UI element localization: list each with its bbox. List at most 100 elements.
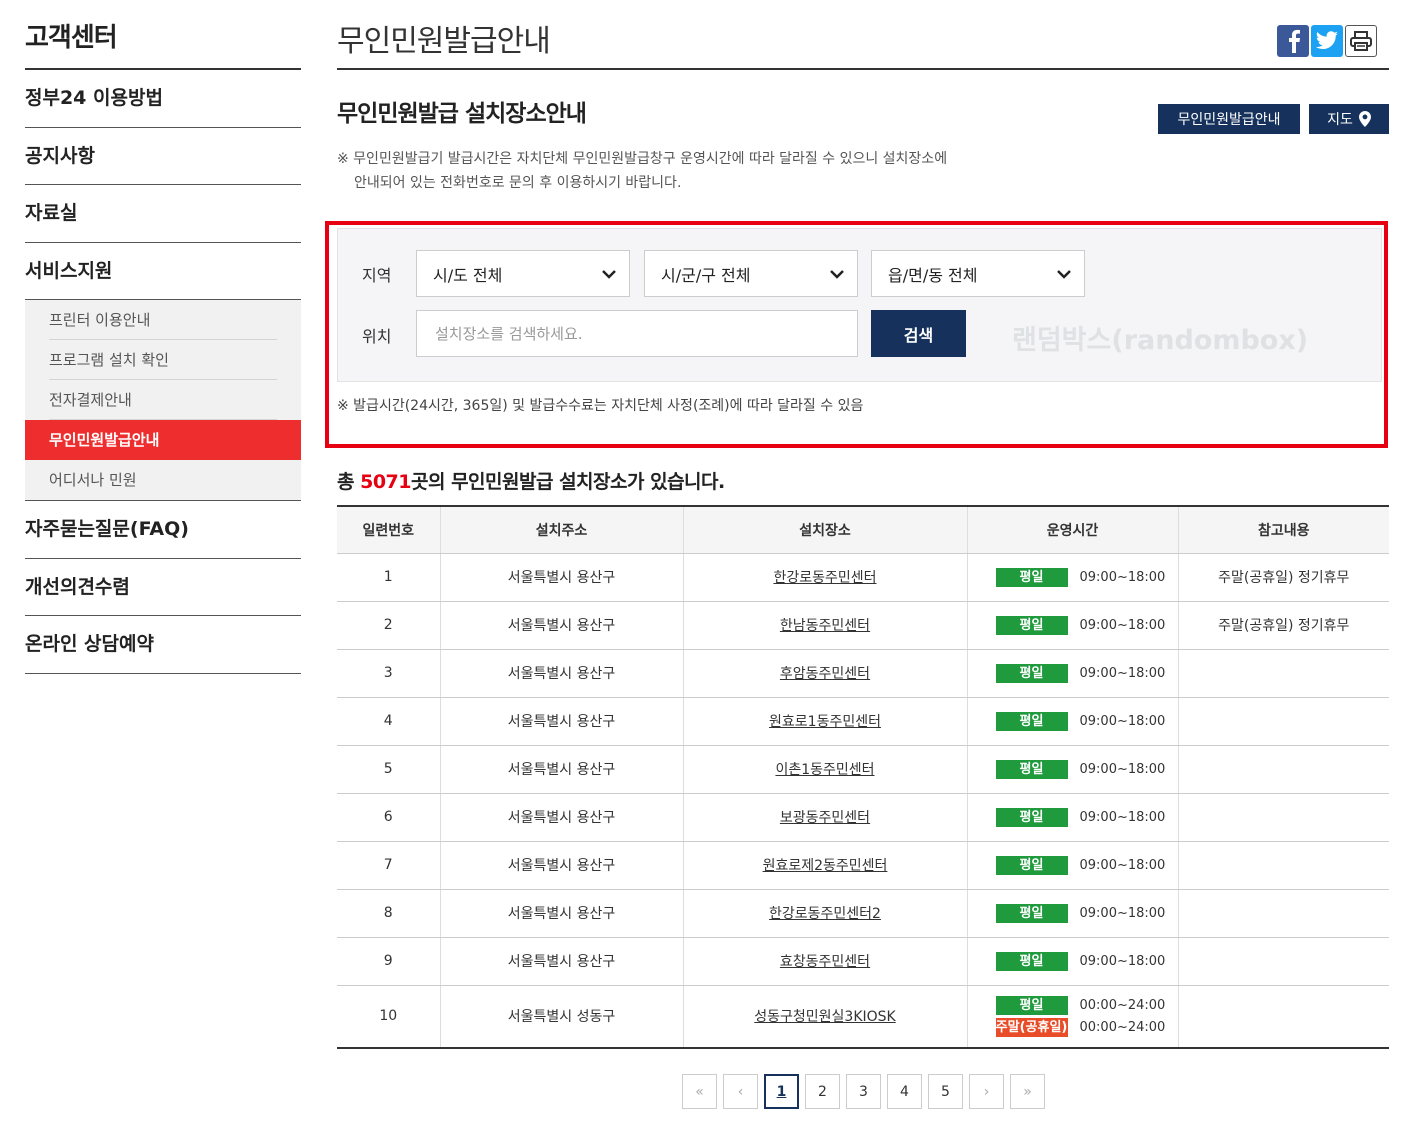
cell-no: 6 (337, 793, 441, 842)
highlight-box (325, 221, 1388, 448)
cell-hours: 평일 09:00~18:00 (967, 841, 1179, 890)
sidebar-item-guide[interactable]: 정부24 이용방법 (25, 70, 301, 128)
print-icon[interactable] (1345, 25, 1377, 57)
cell-no: 10 (337, 985, 441, 1049)
cell-place: 원효로제2동주민센터 (683, 841, 968, 890)
place-link[interactable]: 이촌1동주민센터 (775, 762, 874, 778)
col-header-hours: 운영시간 (967, 505, 1179, 554)
cell-no: 7 (337, 841, 441, 890)
cell-address: 서울특별시 용산구 (440, 793, 684, 842)
cell-note (1178, 985, 1389, 1049)
place-link[interactable]: 성동구청민원실3KIOSK (754, 1009, 895, 1025)
page-button-2[interactable]: 2 (805, 1074, 840, 1109)
day-type-badge: 주말(공휴일) (995, 1017, 1068, 1037)
place-link[interactable]: 한강로동주민센터 (773, 570, 876, 586)
hours-line: 평일 09:00~18:00 (968, 758, 1178, 780)
cell-note (1178, 889, 1389, 938)
cell-note (1178, 793, 1389, 842)
col-header-address: 설치주소 (440, 505, 684, 554)
sidebar-subitem-kiosk[interactable]: 무인민원발급안내 (25, 420, 301, 460)
hours-time: 09:00~18:00 (1079, 665, 1166, 681)
cell-place: 원효로1동주민센터 (683, 697, 968, 746)
place-link[interactable]: 한강로동주민센터2 (769, 906, 881, 922)
place-link[interactable]: 원효로1동주민센터 (769, 714, 881, 730)
place-link[interactable]: 원효로제2동주민센터 (763, 858, 888, 874)
sidebar-item-faq[interactable]: 자주묻는질문(FAQ) (25, 501, 301, 559)
kiosk-table: 일련번호 설치주소 설치장소 운영시간 참고내용 1 서울특별시 용산구 한강로동주… (337, 505, 1389, 1049)
hours-time: 09:00~18:00 (1079, 953, 1166, 969)
table-row: 10 서울특별시 성동구 성동구청민원실3KIOSK 평일 00:00~24:00 주말(… (337, 985, 1389, 1049)
hours-time: 09:00~18:00 (1079, 857, 1166, 873)
hours-time: 09:00~18:00 (1079, 617, 1166, 633)
place-link[interactable]: 후암동주민센터 (780, 666, 870, 682)
col-header-note: 참고내용 (1178, 505, 1389, 554)
sidebar-item-service-support[interactable]: 서비스지원 (25, 243, 301, 300)
facebook-icon[interactable] (1277, 25, 1309, 57)
cell-no: 4 (337, 697, 441, 746)
cell-place: 보광동주민센터 (683, 793, 968, 842)
cell-address: 서울특별시 용산구 (440, 601, 684, 650)
sidebar-item-feedback[interactable]: 개선의견수렴 (25, 559, 301, 616)
cell-no: 2 (337, 601, 441, 650)
cell-note (1178, 745, 1389, 794)
day-type-badge: 평일 (995, 567, 1068, 587)
page-button-5[interactable]: 5 (928, 1074, 963, 1109)
table-body: 1 서울특별시 용산구 한강로동주민센터 평일 09:00~18:00 주말(공휴일) 정… (337, 553, 1389, 1049)
cell-hours: 평일 09:00~18:00 (967, 697, 1179, 746)
page-button-4[interactable]: 4 (887, 1074, 922, 1109)
place-link[interactable]: 한남동주민센터 (780, 618, 870, 634)
cell-note (1178, 649, 1389, 698)
sidebar-item-consult[interactable]: 온라인 상담예약 (25, 616, 301, 674)
map-button[interactable]: 지도 (1309, 104, 1389, 134)
page-button-1[interactable]: 1 (764, 1074, 799, 1109)
cell-hours: 평일 09:00~18:00 (967, 889, 1179, 938)
hours-line: 평일 09:00~18:00 (968, 662, 1178, 684)
cell-address: 서울특별시 용산구 (440, 841, 684, 890)
kiosk-guide-button-label: 무인민원발급안내 (1177, 112, 1281, 128)
table-row: 8 서울특별시 용산구 한강로동주민센터2 평일 09:00~18:00 (337, 889, 1389, 938)
table-row: 5 서울특별시 용산구 이촌1동주민센터 평일 09:00~18:00 (337, 745, 1389, 794)
cell-note: 주말(공휴일) 정기휴무 (1178, 601, 1389, 650)
cell-no: 5 (337, 745, 441, 794)
day-type-badge: 평일 (995, 855, 1068, 875)
map-button-label: 지도 (1327, 112, 1353, 128)
hours-time: 09:00~18:00 (1079, 569, 1166, 585)
place-link[interactable]: 효창동주민센터 (780, 954, 870, 970)
last-page-button[interactable]: » (1010, 1074, 1045, 1109)
place-link[interactable]: 보광동주민센터 (780, 810, 870, 826)
col-header-no: 일련번호 (337, 505, 441, 554)
col-header-place: 설치장소 (683, 505, 968, 554)
hours-line: 평일 09:00~18:00 (968, 806, 1178, 828)
next-page-button[interactable]: › (969, 1074, 1004, 1109)
day-type-badge: 평일 (995, 615, 1068, 635)
table-header-row: 일련번호 설치주소 설치장소 운영시간 참고내용 (337, 505, 1389, 554)
cell-no: 1 (337, 553, 441, 602)
map-pin-icon (1358, 111, 1371, 127)
twitter-icon[interactable] (1311, 25, 1343, 57)
table-row: 9 서울특별시 용산구 효창동주민센터 평일 09:00~18:00 (337, 937, 1389, 986)
sidebar-subitem-program[interactable]: 프로그램 설치 확인 (25, 340, 301, 380)
hours-line: 평일 09:00~18:00 (968, 710, 1178, 732)
table-row: 7 서울특별시 용산구 원효로제2동주민센터 평일 09:00~18:00 (337, 841, 1389, 890)
cell-no: 9 (337, 937, 441, 986)
hours-time: 09:00~18:00 (1079, 905, 1166, 921)
prev-page-button[interactable]: ‹ (723, 1074, 758, 1109)
sidebar-subitem-payment[interactable]: 전자결제안내 (25, 380, 301, 420)
sidebar-item-library[interactable]: 자료실 (25, 185, 301, 243)
table-row: 3 서울특별시 용산구 후암동주민센터 평일 09:00~18:00 (337, 649, 1389, 698)
sidebar-subitem-printer[interactable]: 프린터 이용안내 (25, 300, 301, 340)
cell-place: 후암동주민센터 (683, 649, 968, 698)
kiosk-guide-button[interactable]: 무인민원발급안내 (1158, 104, 1300, 134)
day-type-badge: 평일 (995, 903, 1068, 923)
sidebar-item-notice[interactable]: 공지사항 (25, 128, 301, 185)
first-page-button[interactable]: « (682, 1074, 717, 1109)
page-button-3[interactable]: 3 (846, 1074, 881, 1109)
day-type-badge: 평일 (995, 995, 1068, 1015)
cell-hours: 평일 00:00~24:00 주말(공휴일) 00:00~24:00 (967, 985, 1179, 1049)
cell-address: 서울특별시 용산구 (440, 937, 684, 986)
sidebar-subitem-anywhere[interactable]: 어디서나 민원 (25, 460, 301, 500)
result-count: 총 5071곳의 무인민원발급 설치장소가 있습니다. (337, 467, 725, 494)
cell-place: 한남동주민센터 (683, 601, 968, 650)
sidebar-submenu: 프린터 이용안내 프로그램 설치 확인 전자결제안내 무인민원발급안내 어디서나… (25, 300, 301, 501)
day-type-badge: 평일 (995, 759, 1068, 779)
